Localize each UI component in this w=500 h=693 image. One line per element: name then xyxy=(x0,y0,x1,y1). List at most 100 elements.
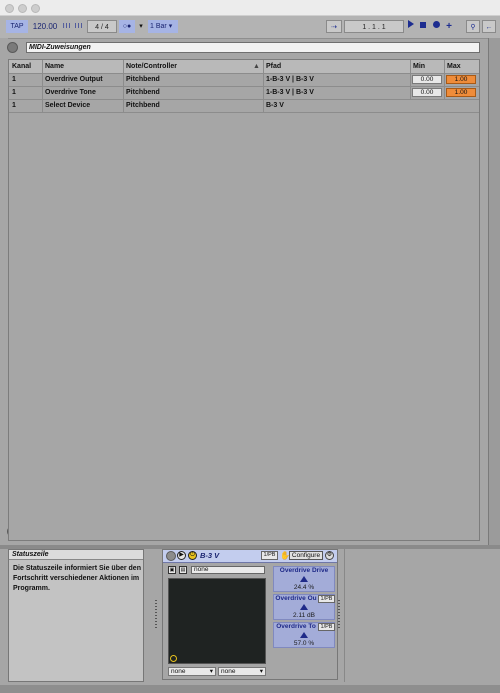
nudge-icon: III III xyxy=(62,23,84,30)
midi-mapping-table: Kanal Name Note/Controller ▲ Pfad Min Ma… xyxy=(8,59,480,541)
minimize-window-button[interactable] xyxy=(18,4,27,13)
right-track-strip xyxy=(488,38,500,545)
x-axis-select-value: none xyxy=(171,668,186,675)
preset-name-field[interactable]: none xyxy=(191,566,265,574)
kanal-cell: 1 xyxy=(12,102,16,109)
device-play-icon[interactable]: ▶ xyxy=(177,551,186,560)
controller-cell: Pitchbend xyxy=(126,102,160,109)
metronome-icon: ○● xyxy=(122,23,132,30)
sort-ascending-icon[interactable]: ▲ xyxy=(253,60,261,73)
chevron-down-icon: ▾ xyxy=(209,668,213,675)
max-value-field[interactable]: 1.00 xyxy=(446,75,476,84)
name-cell: Overdrive Tone xyxy=(45,89,96,96)
time-signature-denominator: 4 xyxy=(104,24,109,31)
column-header-max[interactable]: Max xyxy=(447,60,477,73)
device-fold-button[interactable] xyxy=(166,551,176,561)
play-icon xyxy=(408,20,414,28)
preset-load-icon[interactable]: ▣ xyxy=(168,566,176,574)
chevron-down-icon: ▾ xyxy=(168,23,173,30)
transport-bar: TAP 120.00 III III 4 / 4 ○● ▾ 1 Bar ▾ ⇢ … xyxy=(0,16,500,39)
play-button[interactable] xyxy=(406,20,416,33)
nudge-buttons[interactable]: III III xyxy=(62,20,84,33)
close-window-button[interactable] xyxy=(5,4,14,13)
param-knob-icon[interactable] xyxy=(300,576,308,582)
param-midi-tag: 1/PB xyxy=(318,623,335,631)
info-view-text: Die Statuszeile informiert Sie über den … xyxy=(13,565,141,592)
param-knob-icon[interactable] xyxy=(300,604,308,610)
xy-pad[interactable] xyxy=(168,578,266,664)
device-menu-icon[interactable]: ⚙ xyxy=(325,551,334,560)
device-panel: ▶ ⏻ B-3 V 1/PB ✋ Configure ⚙ ▣ ▤ none no… xyxy=(162,549,338,680)
table-header: Kanal Name Note/Controller ▲ Pfad Min Ma… xyxy=(9,60,479,74)
param-midi-tag: 1/PB xyxy=(318,595,335,603)
pfad-cell: B-3 V xyxy=(266,102,284,109)
param-overdrive-drive[interactable]: Overdrive Drive 24.4 % xyxy=(273,566,335,592)
column-header-pfad[interactable]: Pfad xyxy=(266,60,406,73)
param-value: 24.4 % xyxy=(293,584,315,591)
follow-arrow-button[interactable]: ⇢ xyxy=(326,20,342,33)
controller-cell: Pitchbend xyxy=(126,76,160,83)
controller-cell: Pitchbend xyxy=(126,89,160,96)
arrow-left-icon: ← xyxy=(485,24,493,31)
overdub-button[interactable]: + xyxy=(444,20,454,33)
status-bar xyxy=(0,685,500,693)
browser-toggle-column xyxy=(0,38,18,545)
table-row[interactable]: 1 Overdrive Output Pitchbend 1-B-3 V | B… xyxy=(9,73,479,87)
window-titlebar xyxy=(0,0,500,16)
y-axis-select[interactable]: none ▾ xyxy=(218,667,266,676)
param-value: 57.0 % xyxy=(293,640,315,647)
resize-grip[interactable] xyxy=(155,600,157,630)
plus-icon: + xyxy=(446,21,452,32)
preset-save-icon[interactable]: ▤ xyxy=(179,566,187,574)
device-name: B-3 V xyxy=(200,551,220,560)
kanal-cell: 1 xyxy=(12,89,16,96)
metronome-menu-chevron-icon[interactable]: ▾ xyxy=(136,20,146,33)
metronome-button[interactable]: ○● xyxy=(119,20,135,33)
time-signature-numerator: 4 xyxy=(95,24,100,31)
y-axis-select-value: none xyxy=(221,668,236,675)
configure-button[interactable]: Configure xyxy=(289,551,323,560)
info-view: Statuszeile Die Statuszeile informiert S… xyxy=(8,549,144,682)
column-header-name[interactable]: Name xyxy=(45,60,123,73)
empty-device-area xyxy=(344,549,500,682)
quantize-value: 1 Bar xyxy=(150,23,167,30)
panel-title: MIDI-Zuweisungen xyxy=(26,42,480,53)
table-row[interactable]: 1 Overdrive Tone Pitchbend 1-B-3 V | B-3… xyxy=(9,86,479,100)
table-row[interactable]: 1 Select Device Pitchbend B-3 V xyxy=(9,99,479,113)
column-header-min[interactable]: Min xyxy=(413,60,443,73)
device-power-icon[interactable]: ⏻ xyxy=(188,551,197,560)
time-signature-field[interactable]: 4 / 4 xyxy=(87,20,117,33)
tap-tempo-button[interactable]: TAP xyxy=(6,20,28,33)
pfad-cell: 1-B-3 V | B-3 V xyxy=(266,89,314,96)
column-header-controller[interactable]: Note/Controller xyxy=(126,60,246,73)
pfad-cell: 1-B-3 V | B-3 V xyxy=(266,76,314,83)
back-to-arrangement-button[interactable]: ← xyxy=(482,20,496,33)
time-signature-separator: / xyxy=(101,24,103,31)
min-value-field[interactable]: 0.00 xyxy=(412,75,442,84)
column-header-kanal[interactable]: Kanal xyxy=(12,60,42,73)
resize-grip[interactable] xyxy=(338,600,340,630)
name-cell: Select Device xyxy=(45,102,91,109)
arrow-right-icon: ⇢ xyxy=(331,24,337,31)
zoom-window-button[interactable] xyxy=(31,4,40,13)
max-value-field[interactable]: 1.00 xyxy=(446,88,476,97)
browser-toggle-button[interactable] xyxy=(7,42,18,53)
kanal-cell: 1 xyxy=(12,76,16,83)
device-title-bar: ▶ ⏻ B-3 V 1/PB ✋ Configure ⚙ xyxy=(163,550,337,563)
xy-pad-handle[interactable] xyxy=(170,655,177,662)
min-value-field[interactable]: 0.00 xyxy=(412,88,442,97)
song-position-field[interactable]: 1 . 1 . 1 xyxy=(344,20,404,33)
x-axis-select[interactable]: none ▾ xyxy=(168,667,216,676)
param-overdrive-output[interactable]: Overdrive Ou 1/PB 2.11 dB xyxy=(273,594,335,620)
param-name: Overdrive Ou xyxy=(275,595,317,602)
automation-button[interactable]: ⚲ xyxy=(466,20,480,33)
tempo-field[interactable]: 120.00 xyxy=(30,20,60,33)
name-cell: Overdrive Output xyxy=(45,76,103,83)
param-name: Overdrive To xyxy=(276,623,316,630)
param-knob-icon[interactable] xyxy=(300,632,308,638)
stop-button[interactable] xyxy=(418,20,428,33)
chevron-down-icon: ▾ xyxy=(259,668,263,675)
param-overdrive-tone[interactable]: Overdrive To 1/PB 57.0 % xyxy=(273,622,335,648)
quantize-menu[interactable]: 1 Bar ▾ xyxy=(148,20,178,33)
record-button[interactable] xyxy=(431,20,441,33)
